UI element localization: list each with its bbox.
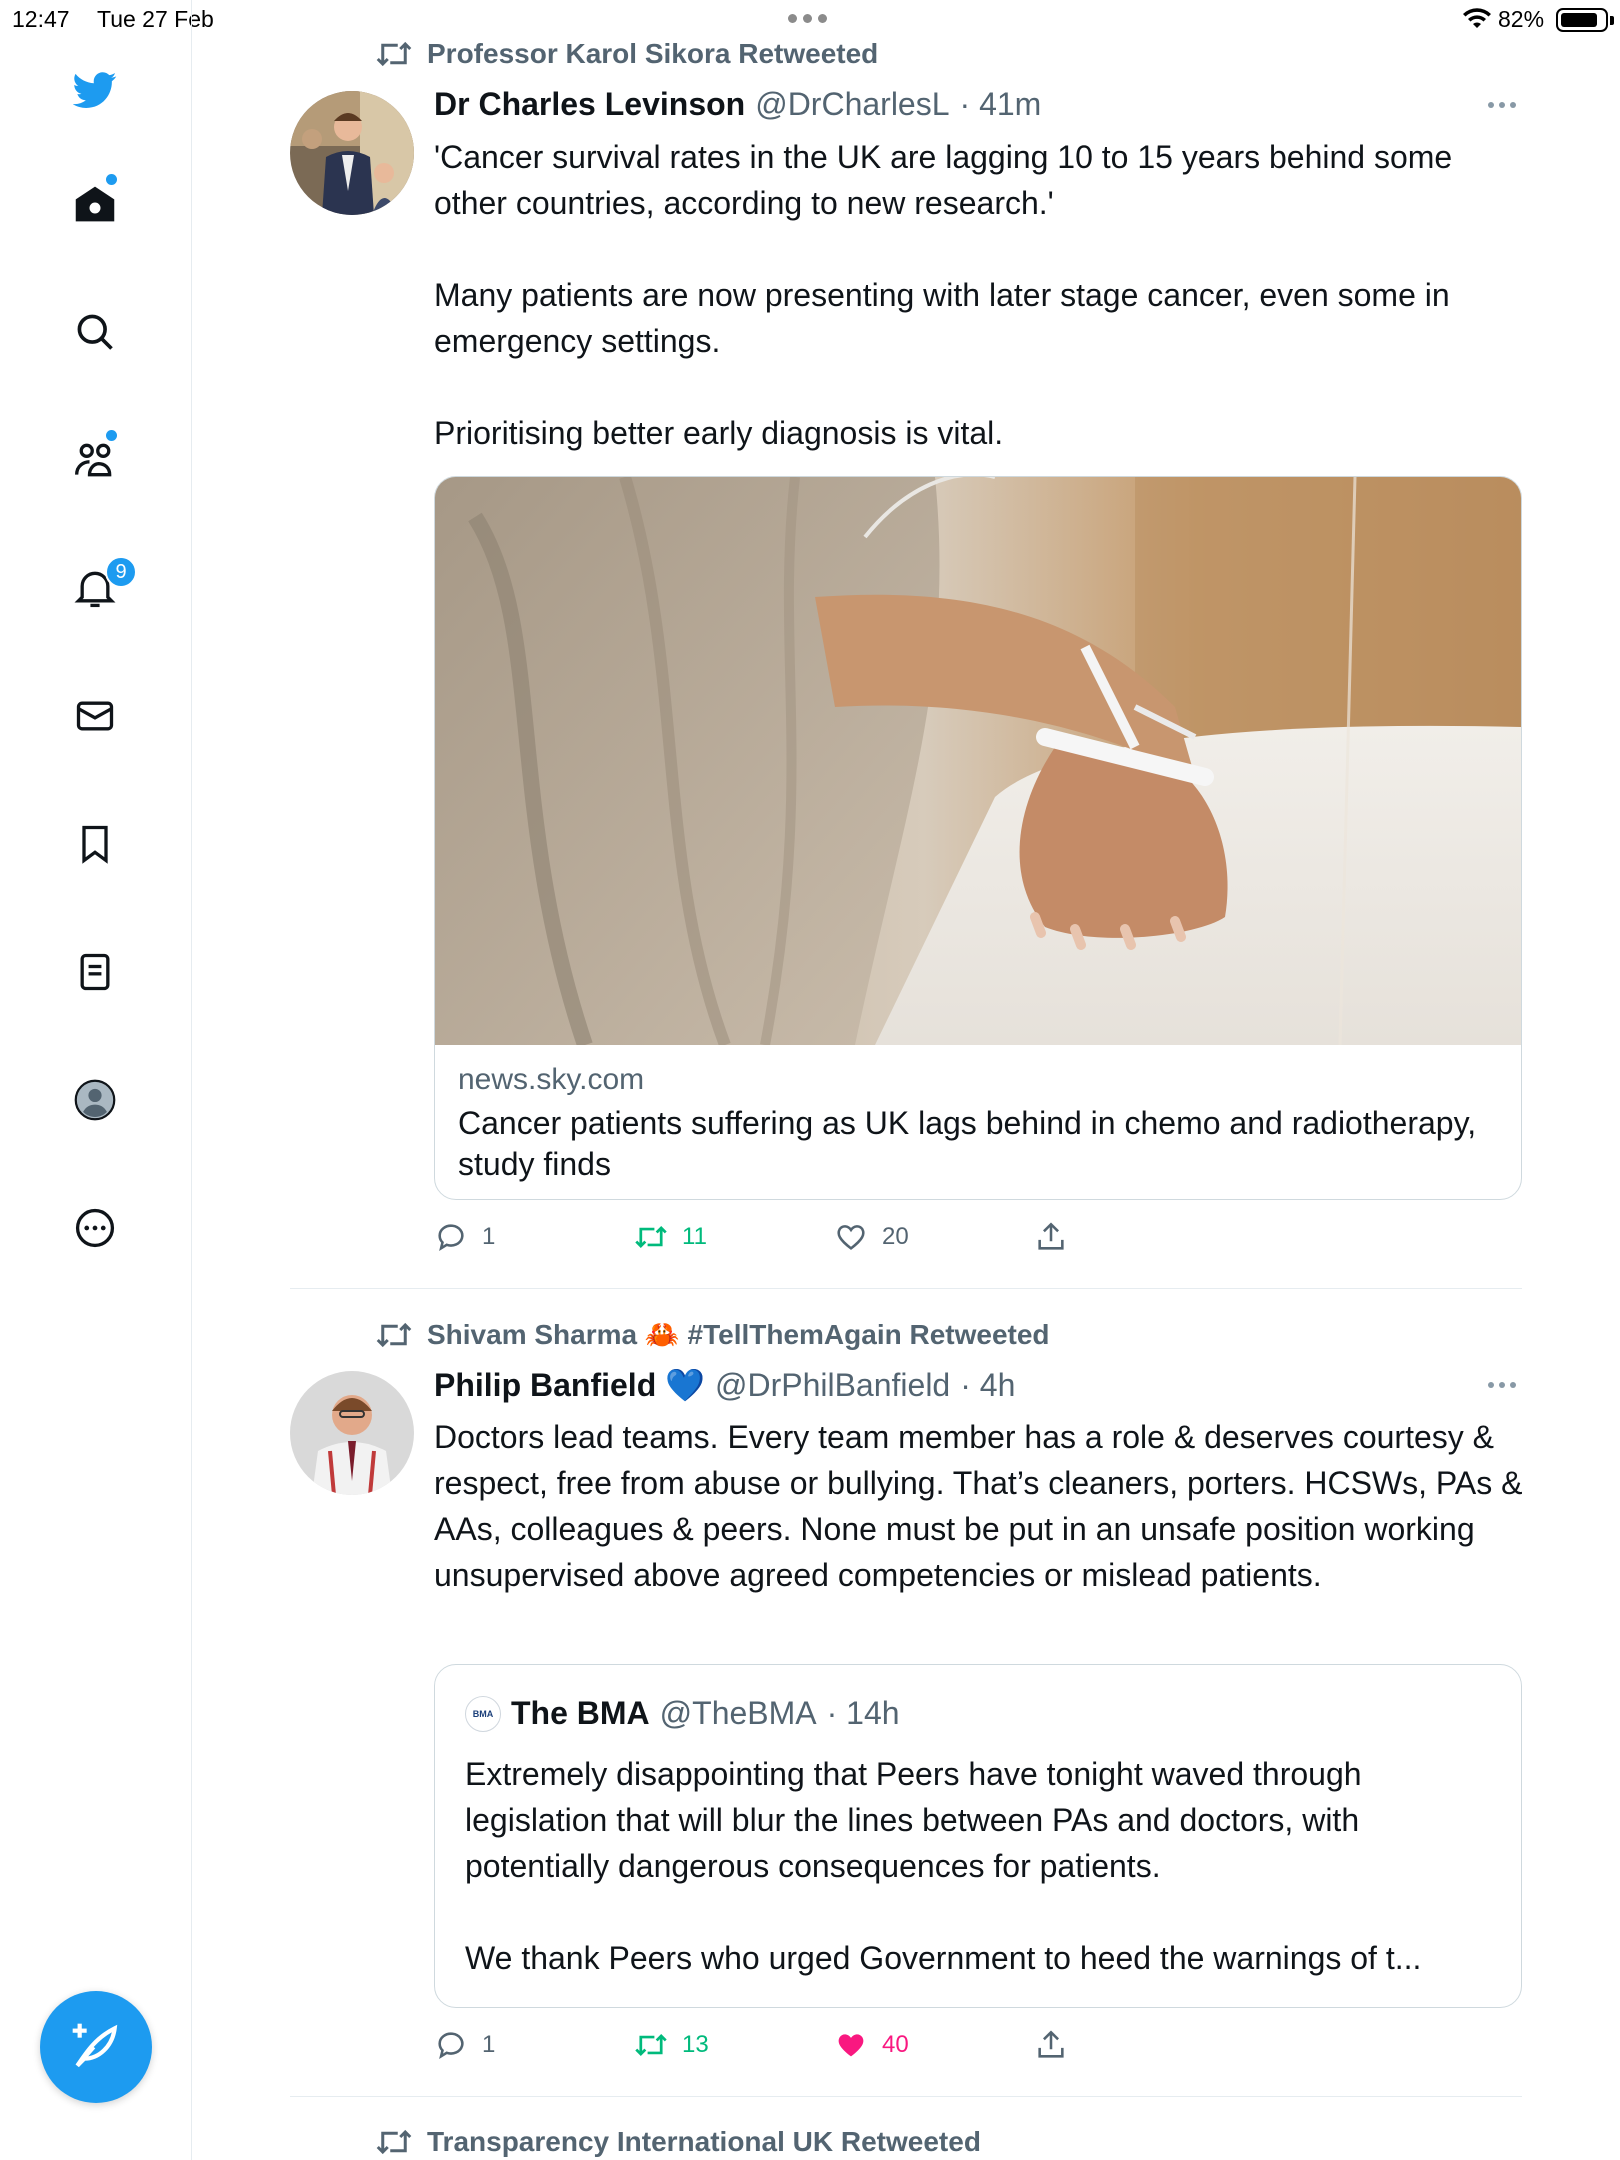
like-button[interactable]: 40 — [834, 2028, 1034, 2062]
communities-notification-dot — [106, 430, 117, 441]
quoted-author-name: The BMA — [511, 1695, 650, 1731]
heart-outline-icon — [837, 1225, 865, 1250]
reply-button[interactable]: 1 — [434, 2028, 634, 2062]
author-handle[interactable]: @DrPhilBanfield — [715, 1367, 950, 1404]
retweet-icon — [376, 2129, 412, 2155]
like-count: 20 — [882, 1223, 909, 1250]
avatar[interactable] — [290, 1371, 414, 1495]
notifications-badge: 9 — [105, 556, 137, 588]
retweet-context[interactable]: Professor Karol Sikora Retweeted — [375, 38, 878, 70]
retweet-context-label: Professor Karol Sikora Retweeted — [427, 38, 879, 69]
status-bar: 12:47 Tue 27 Feb 82% — [0, 0, 1620, 40]
retweet-icon — [376, 1322, 412, 1347]
retweet-count: 13 — [682, 2031, 709, 2058]
mail-icon[interactable] — [71, 692, 119, 740]
like-button[interactable]: 20 — [834, 1220, 1034, 1254]
link-card[interactable]: news.sky.com Cancer patients suffering a… — [434, 476, 1522, 1200]
tweet-actions: 1 11 20 — [434, 1220, 1234, 1254]
avatar[interactable] — [290, 91, 414, 215]
retweet-icon — [635, 2034, 667, 2056]
tweet-divider — [290, 1288, 1522, 1289]
quoted-avatar: BMA — [465, 1695, 501, 1732]
communities-icon[interactable] — [71, 436, 119, 484]
quoted-tweet-text: Extremely disappointing that Peers have … — [465, 1756, 1422, 1976]
retweet-context[interactable]: Transparency International UK Retweeted — [375, 2126, 981, 2158]
share-button[interactable] — [1034, 1220, 1234, 1254]
tweet-more-icon[interactable] — [1488, 1382, 1518, 1392]
tweet-actions: 1 13 40 — [434, 2028, 1234, 2062]
compose-tweet-button[interactable] — [40, 1991, 152, 2103]
reply-count: 1 — [482, 2031, 496, 2058]
share-button[interactable] — [1034, 2028, 1234, 2062]
reply-button[interactable]: 1 — [434, 1220, 634, 1254]
link-card-domain: news.sky.com — [458, 1063, 645, 1096]
battery-icon — [1556, 8, 1608, 32]
retweet-icon — [376, 41, 412, 67]
author-name[interactable]: Philip Banfield 💙 — [434, 1366, 705, 1404]
quoted-tweet-time: · 14h — [826, 1695, 900, 1731]
quoted-tweet[interactable]: BMA The BMA @TheBMA · 14h Extremely disa… — [434, 1664, 1522, 2008]
reply-count: 1 — [482, 1223, 496, 1250]
share-icon — [1038, 1222, 1064, 1250]
home-icon[interactable] — [71, 180, 119, 228]
lists-icon[interactable] — [71, 948, 119, 996]
battery-percent: 82% — [1498, 6, 1545, 32]
profile-icon[interactable] — [71, 1076, 119, 1124]
link-card-title: Cancer patients suffering as UK lags beh… — [458, 1105, 1477, 1182]
tweet-header: Dr Charles Levinson @DrCharlesL · 41m — [434, 86, 1041, 123]
tweet-header: Philip Banfield 💙 @DrPhilBanfield · 4h — [434, 1366, 1015, 1404]
like-count: 40 — [882, 2031, 909, 2058]
retweet-context[interactable]: Shivam Sharma 🦀 #TellThemAgain Retweeted — [375, 1318, 1050, 1351]
bookmark-icon[interactable] — [71, 820, 119, 868]
retweet-icon — [635, 1226, 667, 1248]
author-handle[interactable]: @DrCharlesL — [755, 86, 949, 123]
retweet-count: 11 — [682, 1223, 707, 1250]
tweet-time[interactable]: · 4h — [960, 1367, 1015, 1404]
compose-feather-icon — [72, 2023, 118, 2068]
quoted-tweet-header: BMA The BMA @TheBMA · 14h — [465, 1695, 900, 1732]
tweet-text: 'Cancer survival rates in the UK are lag… — [434, 139, 1453, 451]
share-icon — [1038, 2030, 1064, 2058]
reply-icon — [438, 2032, 464, 2060]
tweet-divider — [290, 2096, 1522, 2097]
quoted-author-handle: @TheBMA — [659, 1695, 817, 1731]
search-icon[interactable] — [71, 308, 119, 356]
author-name[interactable]: Dr Charles Levinson — [434, 86, 745, 123]
multitasking-dots-icon[interactable] — [788, 14, 827, 23]
battery-tip — [1610, 16, 1614, 25]
wifi-icon — [1463, 8, 1491, 28]
retweet-button[interactable]: 11 — [634, 1220, 834, 1254]
more-circle-icon[interactable] — [71, 1204, 119, 1252]
heart-filled-icon — [838, 2034, 864, 2057]
twitter-bird-icon[interactable] — [71, 66, 119, 114]
sidebar: 9 — [0, 0, 192, 2160]
tweet-more-icon[interactable] — [1488, 102, 1518, 112]
retweet-context-label: Transparency International UK Retweeted — [427, 2126, 981, 2157]
retweet-context-label: Shivam Sharma 🦀 #TellThemAgain Retweeted — [427, 1319, 1050, 1350]
tweet-text: Doctors lead teams. Every team member ha… — [434, 1419, 1523, 1593]
home-notification-dot — [106, 174, 117, 185]
tweet-time[interactable]: · 41m — [960, 86, 1042, 123]
retweet-button[interactable]: 13 — [634, 2028, 834, 2062]
link-card-image — [435, 477, 1521, 1045]
reply-icon — [438, 1224, 464, 1252]
